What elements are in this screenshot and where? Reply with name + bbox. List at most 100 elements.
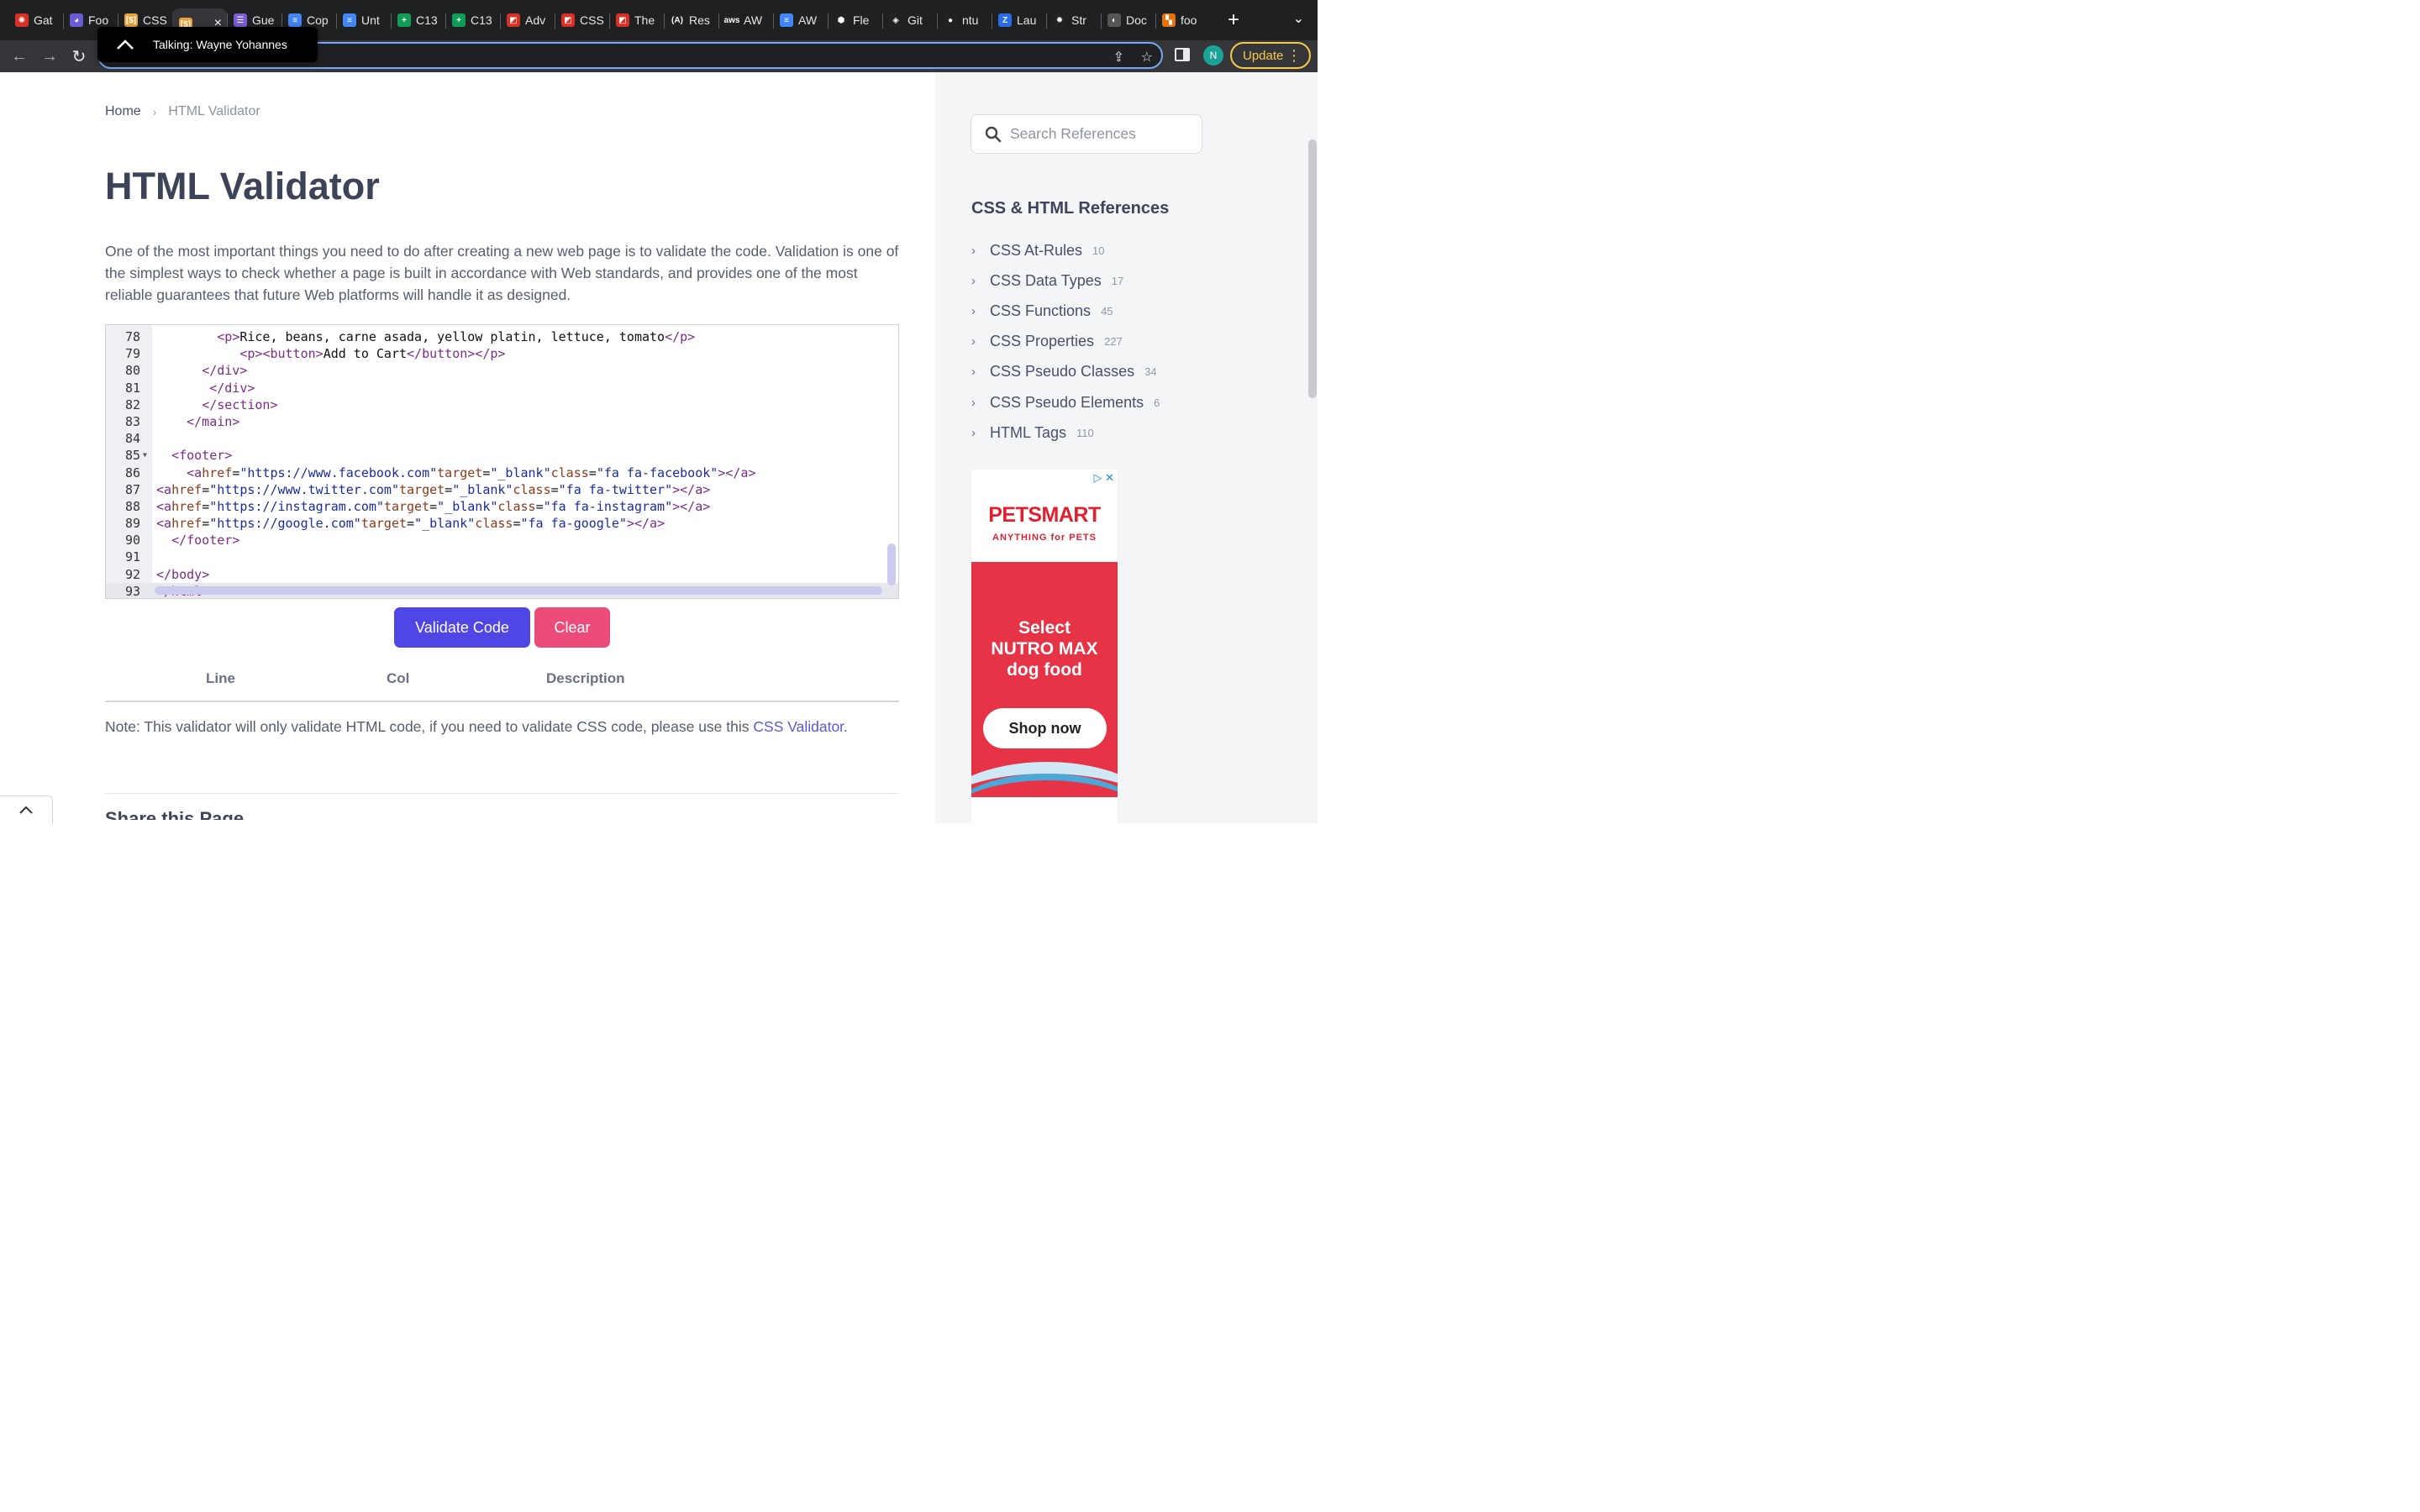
tab-favicon-icon: ◩ bbox=[561, 13, 575, 27]
chevron-right-icon: › bbox=[971, 334, 976, 349]
share-icon[interactable]: ⇪ bbox=[1113, 49, 1124, 66]
breadcrumb-current: HTML Validator bbox=[168, 104, 260, 118]
tab-title: Res bbox=[689, 13, 710, 27]
search-references-input[interactable] bbox=[1010, 125, 1195, 143]
code-line[interactable]: 82 </section> bbox=[106, 396, 898, 413]
code-line[interactable]: 86 <ahref="https://www.facebook.com"targ… bbox=[106, 465, 898, 481]
clear-button[interactable]: Clear bbox=[534, 607, 610, 648]
browser-tab[interactable]: ≡ Unt bbox=[336, 6, 391, 34]
tab-favicon-icon: ☰ bbox=[234, 13, 247, 27]
ad-tagline: ANYTHING for PETS bbox=[992, 533, 1097, 543]
reference-category-item[interactable]: › CSS Pseudo Elements 6 bbox=[971, 387, 1223, 417]
reference-category-item[interactable]: › HTML Tags 110 bbox=[971, 417, 1223, 448]
line-number: 84 bbox=[124, 431, 140, 447]
line-number: 89 bbox=[124, 516, 140, 532]
talking-indicator[interactable]: Talking: Wayne Yohannes bbox=[97, 27, 318, 62]
ad-shop-now-button[interactable]: Shop now bbox=[983, 708, 1107, 748]
tab-favicon-icon: ◐ bbox=[1107, 13, 1121, 27]
breadcrumb-home-link[interactable]: Home bbox=[105, 104, 141, 119]
scroll-to-top-button[interactable] bbox=[0, 795, 53, 823]
code-text: </div> bbox=[202, 363, 248, 379]
editor-vertical-scrollbar[interactable] bbox=[887, 543, 896, 585]
tab-favicon-icon: ◩ bbox=[616, 13, 629, 27]
validate-code-button[interactable]: Validate Code bbox=[394, 607, 530, 648]
browser-tab[interactable]: ⬢ Fle bbox=[828, 6, 882, 34]
search-icon bbox=[985, 126, 1002, 142]
update-button[interactable]: Update ⋮ bbox=[1230, 42, 1311, 69]
code-lines[interactable]: 78 <p>Rice, beans, carne asada, yellow p… bbox=[106, 328, 898, 598]
code-line[interactable]: 91 bbox=[106, 549, 898, 565]
editor-horizontal-scrollbar[interactable] bbox=[155, 586, 882, 595]
browser-tab[interactable]: ▚ foo bbox=[1155, 6, 1210, 34]
tab-title: Git bbox=[908, 13, 923, 27]
browser-tab[interactable]: ◩ CSS bbox=[555, 6, 609, 34]
reference-category-item[interactable]: › CSS Properties 227 bbox=[971, 327, 1223, 357]
line-number: 88 bbox=[124, 498, 140, 514]
code-line[interactable]: 78 <p>Rice, beans, carne asada, yellow p… bbox=[106, 328, 898, 345]
forward-icon[interactable]: → bbox=[39, 45, 60, 67]
browser-tab[interactable]: ◈ Git bbox=[882, 6, 937, 34]
tab-favicon-icon: ≡ bbox=[780, 13, 793, 27]
note-end: . bbox=[844, 718, 848, 735]
fold-arrow-icon[interactable]: ▼ bbox=[143, 447, 147, 464]
browser-tab[interactable]: ● ntu bbox=[937, 6, 992, 34]
reference-category-count: 227 bbox=[1104, 335, 1123, 349]
code-line[interactable]: 84 bbox=[106, 430, 898, 447]
tab-search-chevron-icon[interactable]: ⌄ bbox=[1293, 10, 1304, 27]
ad-headline: Select NUTRO MAX dog food bbox=[971, 617, 1118, 680]
tab-favicon-icon: ⬢ bbox=[834, 13, 848, 27]
line-number: 86 bbox=[124, 465, 140, 480]
browser-tab[interactable]: ◩ Adv bbox=[500, 6, 555, 34]
code-line[interactable]: 85 ▼ <footer> bbox=[106, 447, 898, 464]
line-number: 91 bbox=[124, 549, 140, 565]
results-table-header: Line Col Description bbox=[105, 670, 899, 702]
reference-category-label: CSS Pseudo Elements bbox=[990, 393, 1144, 411]
profile-avatar[interactable]: N bbox=[1203, 45, 1223, 66]
tab-title: Str bbox=[1071, 13, 1086, 27]
page-scrollbar[interactable] bbox=[1308, 139, 1317, 398]
code-line[interactable]: 92 </body> bbox=[106, 566, 898, 583]
browser-tab[interactable]: ◩ The bbox=[609, 6, 664, 34]
chevron-right-icon: › bbox=[152, 105, 157, 118]
new-tab-button[interactable]: + bbox=[1222, 8, 1245, 32]
reload-icon[interactable]: ↻ bbox=[68, 45, 90, 67]
line-number: 92 bbox=[124, 566, 140, 582]
tab-title: CSS bbox=[580, 13, 604, 27]
code-line[interactable]: 80 </div> bbox=[106, 362, 898, 379]
chevron-up-icon[interactable] bbox=[97, 39, 153, 50]
browser-tab[interactable]: Z Lau bbox=[992, 6, 1046, 34]
reference-category-label: CSS Data Types bbox=[990, 271, 1102, 289]
browser-tab[interactable]: ✺ Gat bbox=[8, 6, 63, 34]
code-text: <footer> bbox=[171, 448, 233, 464]
reference-category-item[interactable]: › CSS Functions 45 bbox=[971, 296, 1223, 326]
reference-category-item[interactable]: › CSS At-Rules 10 bbox=[971, 235, 1223, 265]
code-line[interactable]: 81 </div> bbox=[106, 380, 898, 396]
code-line[interactable]: 88 <ahref="https://instagram.com"target="… bbox=[106, 498, 898, 515]
bookmark-star-icon[interactable]: ☆ bbox=[1141, 49, 1153, 66]
ad-choices-icon[interactable]: ▷ ✕ bbox=[1093, 471, 1114, 485]
reference-category-item[interactable]: › CSS Pseudo Classes 34 bbox=[971, 357, 1223, 387]
browser-tab[interactable]: aws AW bbox=[718, 6, 773, 34]
tab-favicon-icon: Z bbox=[998, 13, 1012, 27]
back-icon[interactable]: ← bbox=[8, 45, 30, 67]
tab-title: The bbox=[634, 13, 655, 27]
code-editor[interactable]: 78 <p>Rice, beans, carne asada, yellow p… bbox=[105, 324, 899, 599]
menu-dots-icon[interactable]: ⋮ bbox=[1286, 47, 1302, 65]
petsmart-ad[interactable]: ▷ ✕ PETSMART ANYTHING for PETS Select NU… bbox=[971, 470, 1118, 823]
browser-tab[interactable]: ✹ Str bbox=[1046, 6, 1101, 34]
search-references-box[interactable] bbox=[971, 114, 1202, 154]
code-text: <ahref="https://www.facebook.com"target=… bbox=[187, 465, 756, 480]
browser-tab[interactable]: ◐ Doc bbox=[1101, 6, 1155, 34]
code-line[interactable]: 90 </footer> bbox=[106, 532, 898, 549]
browser-tab[interactable]: + C13 bbox=[391, 6, 445, 34]
code-line[interactable]: 87 <ahref="https://www.twitter.com"target… bbox=[106, 481, 898, 498]
browser-tab[interactable]: ≡ AW bbox=[773, 6, 828, 34]
browser-tab[interactable]: + C13 bbox=[445, 6, 500, 34]
css-validator-link[interactable]: CSS Validator bbox=[753, 718, 844, 735]
browser-tab[interactable]: (A) Res bbox=[664, 6, 718, 34]
reference-category-item[interactable]: › CSS Data Types 17 bbox=[971, 265, 1223, 296]
side-panel-icon[interactable] bbox=[1175, 48, 1190, 61]
code-line[interactable]: 83 </main> bbox=[106, 413, 898, 430]
code-line[interactable]: 89 <ahref="https://google.com"target="_bl… bbox=[106, 515, 898, 532]
code-line[interactable]: 79 <p><button>Add to Cart</button></p> bbox=[106, 345, 898, 362]
